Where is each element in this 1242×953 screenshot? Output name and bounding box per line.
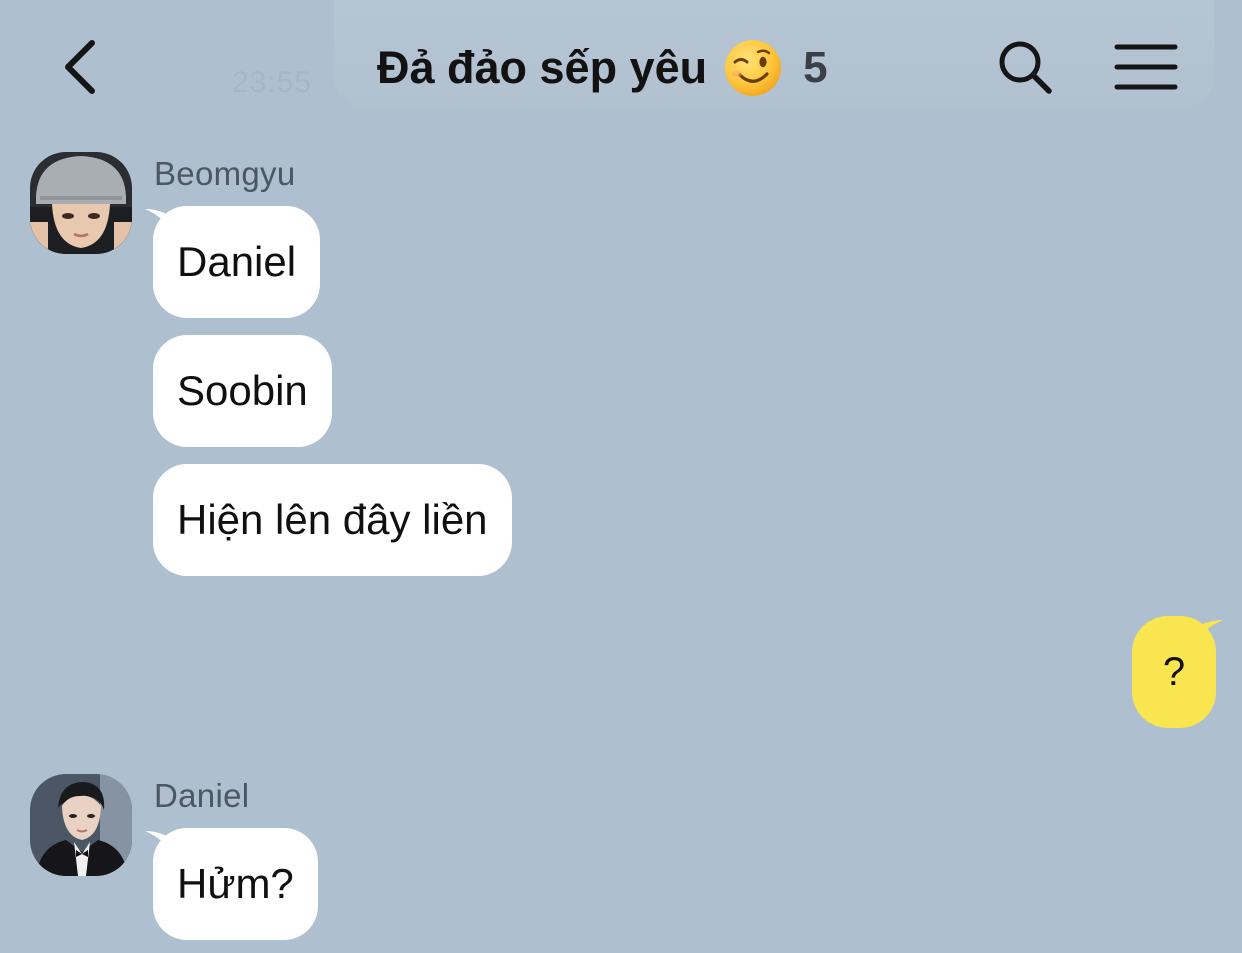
avatar-daniel-image (30, 774, 132, 876)
hamburger-menu-icon (1114, 44, 1178, 90)
message-bubble[interactable]: Daniel (153, 206, 321, 318)
back-button[interactable] (50, 32, 110, 102)
search-icon (999, 41, 1052, 94)
search-button[interactable] (992, 34, 1058, 100)
my-message-bubble[interactable]: ? (1132, 616, 1216, 728)
chevron-left-icon (65, 40, 95, 94)
winking-face-icon (725, 40, 782, 96)
avatar-beomgyu-image (30, 152, 132, 254)
member-count: 5 (803, 43, 828, 92)
chat-title-text: Đả đảo sếp yêu (377, 42, 708, 93)
sender-name: Beomgyu (154, 155, 296, 192)
avatar-beomgyu[interactable] (30, 152, 132, 254)
message-bubble[interactable]: Hiện lên đây liền (153, 464, 512, 576)
sender-name: Daniel (154, 777, 250, 814)
background-time: 23:55 (232, 66, 313, 99)
message-bubble[interactable]: Soobin (153, 335, 332, 447)
menu-button[interactable] (1110, 36, 1182, 98)
avatar-daniel[interactable] (30, 774, 132, 876)
chat-title: Đả đảo sếp yêu 5 (377, 36, 828, 100)
message-bubble[interactable]: Hửm? (153, 828, 318, 940)
